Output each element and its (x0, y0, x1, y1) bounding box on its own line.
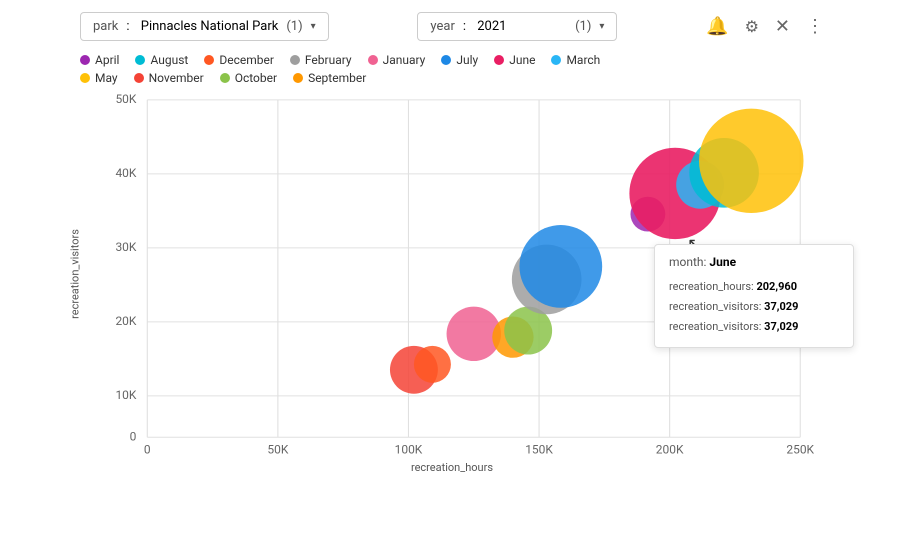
year-filter-count: (1) (575, 19, 591, 34)
legend-label-august: August (150, 53, 188, 67)
chart-svg: 50K 40K 30K 20K 10K 0 0 50K 100K 150K 20… (80, 89, 824, 459)
legend-item-august: August (135, 53, 188, 67)
legend-item-july: July (441, 53, 478, 67)
chart-container: recreation_visitors 50K 40K 30K 20K 10K … (80, 89, 824, 459)
legend-dot-march (551, 55, 561, 65)
svg-text:10K: 10K (115, 388, 136, 402)
park-filter-count: (1) (286, 19, 302, 34)
more-icon[interactable]: ⋮ (806, 16, 824, 37)
alert-icon[interactable]: 🔔 (706, 16, 728, 37)
bubble-december[interactable] (414, 346, 451, 383)
chart-legend: April August December February January July Ju… (0, 53, 904, 85)
svg-text:50K: 50K (115, 92, 136, 106)
legend-item-may: May (80, 71, 118, 85)
legend-label-november: November (149, 71, 204, 85)
toolbar-icons: 🔔 ⚙ ✕ ⋮ (706, 16, 824, 37)
legend-label-september: September (308, 71, 366, 85)
legend-label-february: February (305, 53, 352, 67)
legend-label-april: April (95, 53, 119, 67)
svg-text:0: 0 (130, 430, 137, 444)
legend-label-june: June (509, 53, 535, 67)
legend-label-october: October (235, 71, 277, 85)
svg-text:40K: 40K (115, 166, 136, 180)
svg-text:100K: 100K (395, 443, 423, 457)
bubble-may[interactable] (699, 109, 803, 213)
legend-dot-april (80, 55, 90, 65)
legend-label-march: March (566, 53, 600, 67)
park-filter-chevron: ▾ (311, 21, 316, 32)
legend-label-may: May (95, 71, 118, 85)
legend-label-july: July (456, 53, 478, 67)
svg-text:150K: 150K (525, 443, 553, 457)
legend-dot-august (135, 55, 145, 65)
legend-dot-july (441, 55, 451, 65)
park-filter-key: park (93, 19, 118, 34)
legend-item-march: March (551, 53, 600, 67)
legend-dot-october (220, 73, 230, 83)
year-filter-value: 2021 (477, 19, 506, 34)
svg-text:20K: 20K (115, 314, 136, 328)
svg-text:200K: 200K (656, 443, 684, 457)
svg-text:50K: 50K (267, 443, 288, 457)
svg-text:0: 0 (144, 443, 151, 457)
park-filter-value: Pinnacles National Park (141, 19, 279, 34)
legend-dot-february (290, 55, 300, 65)
top-bar: park: Pinnacles National Park (1) ▾ year… (0, 0, 904, 53)
legend-item-december: December (204, 53, 274, 67)
legend-item-november: November (134, 71, 204, 85)
legend-item-september: September (293, 71, 366, 85)
year-filter[interactable]: year: 2021 (1) ▾ (417, 12, 617, 41)
svg-text:↖: ↖ (687, 235, 702, 255)
legend-dot-december (204, 55, 214, 65)
svg-text:250K: 250K (786, 443, 814, 457)
legend-item-february: February (290, 53, 352, 67)
legend-item-january: January (368, 53, 426, 67)
year-filter-key: year (430, 19, 454, 34)
legend-dot-november (134, 73, 144, 83)
filter-icon[interactable]: ⚙ (745, 17, 759, 36)
legend-dot-may (80, 73, 90, 83)
legend-label-january: January (383, 53, 426, 67)
legend-dot-june (494, 55, 504, 65)
y-axis-label: recreation_visitors (68, 229, 81, 319)
legend-label-december: December (219, 53, 274, 67)
legend-item-april: April (80, 53, 119, 67)
legend-item-october: October (220, 71, 277, 85)
bubble-july[interactable] (519, 225, 602, 308)
settings-icon[interactable]: ✕ (775, 16, 790, 37)
legend-dot-january (368, 55, 378, 65)
legend-dot-september (293, 73, 303, 83)
svg-text:30K: 30K (115, 240, 136, 254)
park-filter[interactable]: park: Pinnacles National Park (1) ▾ (80, 12, 329, 41)
year-filter-chevron: ▾ (599, 21, 604, 32)
legend-item-june: June (494, 53, 535, 67)
x-axis-label: recreation_hours (80, 461, 824, 474)
